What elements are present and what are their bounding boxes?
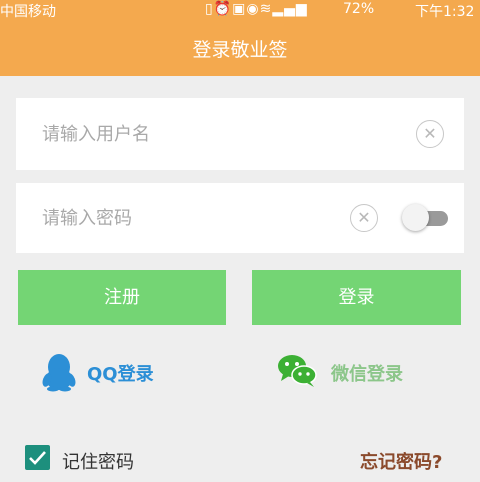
eye-icon: ◉: [246, 1, 260, 17]
toggle-knob: [402, 204, 429, 231]
remember-password-label: 记住密码: [62, 452, 134, 473]
clear-password-icon[interactable]: ✕: [350, 204, 378, 232]
battery-percent: 72%: [343, 1, 375, 17]
username-field[interactable]: ✕: [16, 98, 464, 170]
wifi-icon: ≋: [259, 1, 273, 17]
title-bar: 登录敬业签: [0, 22, 480, 76]
status-bar: 中国移动 ▯⏰▣◉≋▂▄▆ 72% 下午1:32: [0, 0, 480, 22]
clock: 下午1:32: [415, 4, 475, 20]
qq-login-label: QQ登录: [87, 364, 154, 385]
hd-icon: ▣: [232, 1, 247, 17]
vibrate-icon: ▯: [205, 1, 214, 17]
username-input[interactable]: [42, 98, 342, 170]
forgot-password-link[interactable]: 忘记密码?: [360, 448, 442, 474]
alarm-icon: ⏰: [213, 1, 233, 17]
carrier-label: 中国移动: [0, 4, 56, 20]
qq-penguin-icon: [42, 354, 76, 392]
show-password-toggle[interactable]: [402, 204, 448, 231]
checkbox-checked-icon[interactable]: [25, 445, 50, 470]
clear-username-icon[interactable]: ✕: [416, 120, 444, 148]
password-field[interactable]: ✕: [16, 183, 464, 253]
status-icons: ▯⏰▣◉≋▂▄▆: [205, 1, 308, 17]
password-input[interactable]: [42, 183, 342, 253]
page-title: 登录敬业签: [192, 39, 288, 61]
login-button[interactable]: 登录: [252, 270, 461, 325]
signal-icon: ▂▄▆: [272, 1, 308, 17]
wechat-icon: [278, 355, 317, 387]
register-button[interactable]: 注册: [18, 270, 226, 325]
wechat-login-label: 微信登录: [331, 364, 403, 385]
